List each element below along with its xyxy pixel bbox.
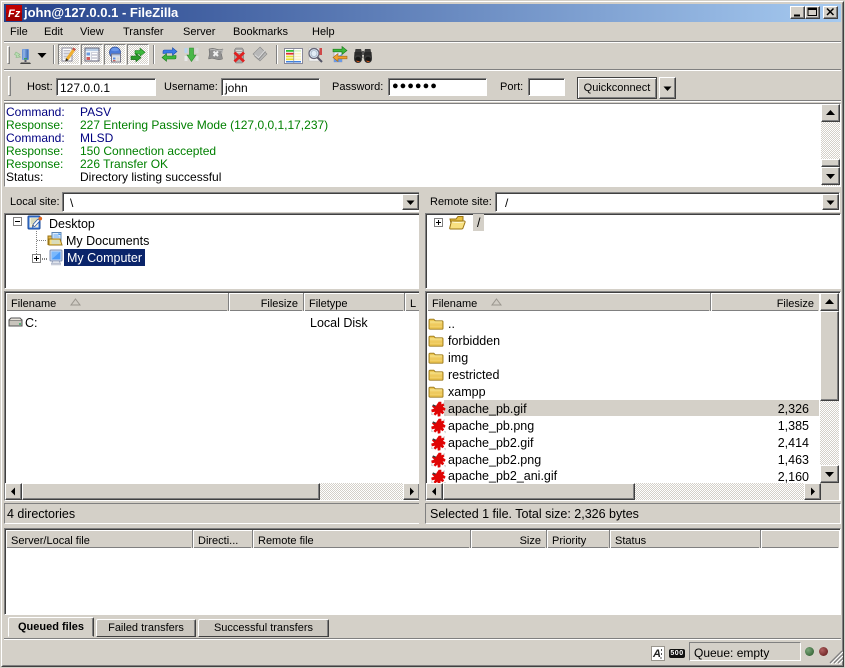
svg-text:A: A xyxy=(652,648,661,660)
svg-text:Fz: Fz xyxy=(8,8,21,20)
